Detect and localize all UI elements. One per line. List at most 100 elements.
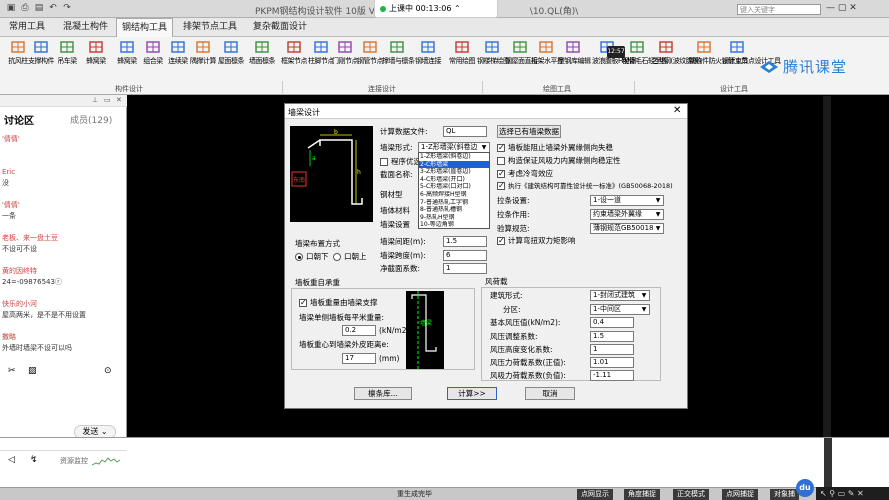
angle-snap-toggle[interactable]: 角度捕捉 [624, 489, 660, 500]
arrangement-down-radio[interactable] [295, 253, 303, 261]
dropdown-option[interactable]: 2-C形墙梁 [419, 160, 489, 168]
chat-username[interactable]: 老板、来一盘土豆 [2, 234, 58, 243]
tab-discussion[interactable]: 讨论区 [4, 112, 34, 127]
tab-concrete[interactable]: 混凝土构件 [58, 18, 113, 37]
ribbon-button[interactable]: 钢骨毛石轻型板 [622, 39, 668, 79]
tie-setting-select[interactable]: 1-设一道 ▼ [590, 195, 664, 206]
wind-neg-input[interactable]: -1.11 [590, 370, 634, 381]
beam-spacing-input[interactable]: 1.5 [443, 236, 487, 247]
centroid-input[interactable]: 17 [342, 353, 376, 364]
ribbon-button[interactable]: 钢构件防火设计工具 [689, 39, 748, 79]
ribbon-button[interactable]: 隅撑计算 [188, 39, 218, 79]
pin-icon[interactable]: ⊥ [92, 96, 98, 104]
ribbon-button[interactable]: 框架节点 [279, 39, 309, 79]
grid-display-toggle[interactable]: 点网显示 [577, 489, 613, 500]
wind-adjust-input[interactable]: 1.5 [590, 331, 634, 342]
dropdown-option[interactable]: 5-C形墙梁(口对口) [419, 183, 489, 190]
ribbon-button[interactable]: 蜂窝梁 [81, 39, 111, 79]
ribbon-button[interactable]: 常用绘图 [447, 39, 477, 79]
net-section-input[interactable]: 1 [443, 263, 487, 274]
chat-username[interactable]: '倩倩' [2, 135, 20, 144]
basic-wind-input[interactable]: 0.4 [590, 317, 634, 328]
undo-icon[interactable]: ↶ [48, 3, 58, 13]
cancel-button[interactable]: 取消 [525, 387, 575, 400]
ribbon-button[interactable]: 墙面檩条 [247, 39, 277, 79]
dropdown-option[interactable]: 10-等边角钢 [419, 221, 489, 228]
tray-icons[interactable]: ↖ ⚲ ▭ ✎ ✕ [816, 487, 889, 500]
self-weight-checkbox[interactable] [299, 298, 307, 308]
print-icon[interactable]: ⎙ [20, 3, 30, 13]
beam-type-dropdown[interactable]: 1-Z形墙梁(斜卷边) 2-C形墙梁 3-Z形墙梁(直卷边) 4-C形墙梁(开口) 5-… [418, 152, 490, 229]
vertical-scrollbar[interactable] [823, 96, 831, 438]
section-library-button[interactable]: 檩条库... [354, 387, 412, 400]
beam-span-input[interactable]: 6 [443, 250, 487, 261]
chat-username[interactable]: 黄的因终特 [2, 267, 37, 276]
resource-monitor[interactable]: 资源监控 [60, 456, 88, 466]
dropdown-option[interactable]: 7-普通热轧工字钢 [419, 199, 489, 206]
class-timer[interactable]: 上课中 00:13:06 ⌃ [374, 0, 498, 18]
ribbon-button[interactable]: 钢管束节点设计工具 [722, 39, 781, 79]
tab-members[interactable]: 成员(129) [70, 113, 112, 126]
select-existing-button[interactable]: 选择已有墙梁数据 [497, 125, 561, 138]
close-icon[interactable]: ✕ [116, 96, 122, 104]
save-icon[interactable]: ▤ [34, 3, 44, 13]
ribbon-button[interactable]: 屋面檩条 [216, 39, 246, 79]
more-icon[interactable]: ⊙ [104, 366, 112, 376]
ribbon-button[interactable]: 撑墙与檩条 [382, 39, 415, 79]
scissors-icon[interactable]: ✂ [8, 366, 16, 376]
file-input[interactable]: QL [443, 126, 487, 137]
dropdown-option[interactable]: 3-Z形墙梁(直卷边) [419, 168, 489, 175]
dropdown-option[interactable]: 8-普通热轧槽钢 [419, 206, 489, 213]
wind-pos-input[interactable]: 1.01 [590, 357, 634, 368]
program-optimize-checkbox[interactable] [380, 158, 388, 166]
tie-action-select[interactable]: 约束墙梁外翼缘 ▼ [590, 209, 664, 220]
unit-weight-input[interactable]: 0.2 [342, 325, 376, 336]
chat-username[interactable]: 撒略 [2, 333, 16, 342]
ribbon-button[interactable]: 之型钢(波纹腹板) [651, 39, 701, 79]
ribbon-button[interactable]: 钢管节点 [355, 39, 385, 79]
zone-select[interactable]: 1-中间区 ▼ [590, 304, 650, 315]
redo-icon[interactable]: ↷ [62, 3, 72, 13]
ribbon-button[interactable]: 钢楼梯绘图 [477, 39, 510, 79]
dropdown-option[interactable]: 9-热轧H型钢 [419, 214, 489, 221]
wind-suction-checkbox[interactable] [497, 157, 505, 165]
ribbon-button[interactable]: 桁架水平撑 [531, 39, 564, 79]
dropdown-option[interactable]: 4-C形墙梁(开口) [419, 176, 489, 183]
chat-username[interactable]: 快乐的小河 [2, 300, 37, 309]
speaker-icon[interactable]: ◁ [8, 455, 15, 465]
tab-common-tools[interactable]: 常用工具 [4, 18, 50, 37]
ribbon-button[interactable]: 型钢库编辑 [558, 39, 591, 79]
tab-bent-node[interactable]: 排架节点工具 [178, 18, 242, 37]
window-controls[interactable]: — ▢ ✕ [826, 3, 857, 13]
dropdown-option[interactable]: 6-高频焊接H型钢 [419, 191, 489, 198]
arrangement-up-radio[interactable] [333, 253, 341, 261]
check-code-select[interactable]: 薄钢规范GB50018 ▼ [590, 223, 664, 234]
object-snap-toggle[interactable]: 对象捕 [770, 489, 799, 500]
ribbon-button[interactable]: 吊车梁 [52, 39, 82, 79]
dock-icon[interactable]: ▭ [104, 96, 111, 104]
chat-username[interactable]: '倩倩' [2, 201, 20, 210]
ortho-mode-toggle[interactable]: 正交模式 [673, 489, 709, 500]
tab-steel-tools[interactable]: 钢结构工具 [116, 18, 174, 37]
grid-snap-toggle[interactable]: 点网捕捉 [722, 489, 758, 500]
calculate-button[interactable]: 计算>> [447, 387, 497, 400]
cold-bend-checkbox[interactable] [497, 169, 505, 179]
bimoment-checkbox[interactable] [497, 236, 505, 246]
dialog-close-button[interactable]: ✕ [673, 105, 681, 116]
image-icon[interactable]: ▨ [28, 366, 37, 376]
dropdown-option[interactable]: 1-Z形墙梁(斜卷边) [419, 153, 489, 160]
tab-complex-section[interactable]: 复杂截面设计 [248, 18, 312, 37]
building-form-select[interactable]: 1-封闭式建筑 ▼ [590, 290, 650, 301]
du-assistant-icon[interactable]: du [796, 479, 814, 497]
video-thumbnail[interactable]: 12:57 [607, 46, 625, 58]
ribbon-button[interactable]: 钢墙连接 [413, 39, 443, 79]
app-logo-icon[interactable]: ▣ [6, 3, 16, 13]
bottom-scrollbar[interactable] [824, 438, 832, 488]
search-input[interactable]: 键入关键字 [737, 4, 821, 15]
ribbon-button[interactable]: 波浪腹板H型钢 [592, 39, 636, 79]
height-coef-input[interactable]: 1 [590, 344, 634, 355]
mic-icon[interactable]: ↯ [30, 455, 38, 465]
chat-username[interactable]: Eric [2, 168, 15, 177]
prevent-instability-checkbox[interactable] [497, 143, 505, 153]
unified-code-checkbox[interactable] [497, 181, 505, 191]
